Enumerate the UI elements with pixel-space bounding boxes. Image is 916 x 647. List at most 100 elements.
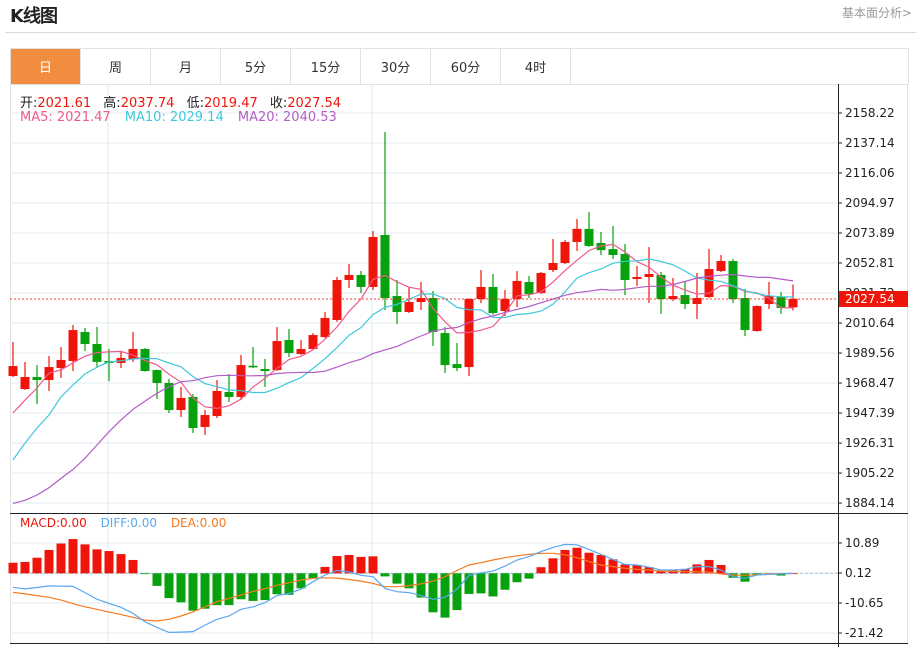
macd-bar-negative [248, 573, 258, 601]
candle-up [212, 390, 222, 417]
macd-bar-negative [500, 573, 510, 590]
candle-up [644, 273, 654, 277]
macd-bar-positive [128, 559, 138, 574]
candle-up [176, 397, 186, 411]
candle-down [728, 261, 738, 300]
price-tick-label: 1968.47 [845, 376, 895, 390]
macd-bar-negative [260, 573, 270, 601]
macd-value: MACD:0.00 [20, 516, 87, 530]
candle-up [788, 298, 798, 308]
high-value: 2037.74 [120, 96, 175, 111]
dea-value: DEA:0.00 [170, 516, 227, 530]
candle-up [476, 286, 486, 300]
candle-up [548, 263, 558, 271]
candle-up [56, 359, 66, 369]
open-label: 开: [20, 96, 38, 111]
last-price-label: 2027.54 [845, 292, 895, 306]
macd-bar-negative [416, 573, 426, 598]
macd-bar-positive [68, 539, 78, 574]
low-label: 低: [186, 96, 204, 111]
candle-up [320, 317, 330, 338]
price-tick-label: 2158.22 [845, 106, 895, 120]
macd-bar-negative [380, 573, 390, 577]
candle-up [668, 296, 678, 300]
ma5-value: MA5: 2021.47 [20, 110, 111, 125]
ma5-line [12, 243, 793, 414]
low-value: 2019.47 [203, 96, 258, 111]
macd-tick-label: 10.89 [845, 536, 879, 550]
ma10-line [12, 258, 794, 461]
candle-up [632, 276, 642, 279]
ohlc-readout: 开:2021.61 高:2037.74 低:2019.47 收:2027.54 [20, 92, 341, 111]
macd-bar-negative [392, 573, 402, 584]
price-tick-label: 1884.14 [845, 496, 895, 510]
candle-down [152, 370, 162, 383]
candle-down [380, 234, 390, 299]
candle-down [740, 298, 750, 331]
candle-down [188, 396, 198, 428]
macd-bar-positive [20, 561, 30, 574]
candle-down [776, 297, 786, 308]
macd-bar-positive [80, 544, 90, 574]
candle-down [680, 295, 690, 305]
macd-bar-positive [8, 562, 18, 574]
macd-bar-negative [200, 573, 210, 609]
price-tick-label: 2073.89 [845, 226, 895, 240]
macd-bar-negative [152, 573, 162, 586]
macd-bar-positive [344, 554, 354, 574]
candle-up [332, 279, 342, 320]
ma20-line [12, 273, 794, 504]
candle-up [572, 228, 582, 242]
price-tick-label: 1926.31 [845, 436, 895, 450]
candle-down [224, 391, 234, 397]
ma20-value: MA20: 2040.53 [237, 110, 337, 125]
candle-up [692, 298, 702, 305]
price-tick-label: 2094.97 [845, 196, 895, 210]
macd-bar-positive [116, 554, 126, 574]
macd-bar-positive [32, 557, 42, 574]
macd-bar-positive [56, 543, 66, 574]
price-tick-label: 2116.06 [845, 166, 895, 180]
close-value: 2027.54 [287, 96, 342, 111]
candle-down [524, 281, 534, 295]
candle-down [32, 377, 42, 381]
macd-bar-negative [224, 573, 234, 606]
macd-bar-positive [572, 547, 582, 574]
ma10-value: MA10: 2029.14 [124, 110, 224, 125]
candle-down [248, 365, 258, 368]
macd-bar-negative [164, 573, 174, 599]
macd-bar-positive [92, 549, 102, 574]
macd-bar-negative [428, 573, 438, 613]
price-tick-label: 1947.39 [845, 406, 895, 420]
price-tick-label: 1989.56 [845, 346, 895, 360]
candle-up [200, 415, 210, 427]
macd-bar-positive [560, 549, 570, 574]
ma-lines [12, 243, 794, 504]
price-tick-label: 2052.81 [845, 256, 895, 270]
candle-down [260, 369, 270, 372]
macd-bar-positive [320, 566, 330, 574]
candle-up [296, 348, 306, 354]
macd-tick-label: -10.65 [845, 596, 884, 610]
candle-down [284, 340, 294, 353]
candle-down [584, 228, 594, 246]
candle-up [404, 302, 414, 312]
open-value: 2021.61 [37, 96, 92, 111]
candle-up [8, 366, 18, 377]
candle-up [752, 306, 762, 332]
diff-line [12, 543, 794, 634]
candle-up [236, 365, 246, 397]
macd-bar-positive [536, 567, 546, 574]
macd-bar-negative [140, 573, 150, 575]
macd-bar-negative [188, 573, 198, 611]
candle-up [416, 298, 426, 303]
macd-tick-label: -21.42 [845, 626, 884, 640]
macd-bar-negative [176, 573, 186, 603]
macd-bar-negative [476, 573, 486, 594]
high-label: 高: [103, 96, 121, 111]
macd-readout: MACD:0.00 DIFF:0.00 DEA:0.00 [20, 516, 226, 530]
diff-value: DIFF:0.00 [100, 516, 157, 530]
candle-down [620, 254, 630, 280]
macd-bar-negative [524, 573, 534, 579]
macd-bar-positive [356, 556, 366, 574]
